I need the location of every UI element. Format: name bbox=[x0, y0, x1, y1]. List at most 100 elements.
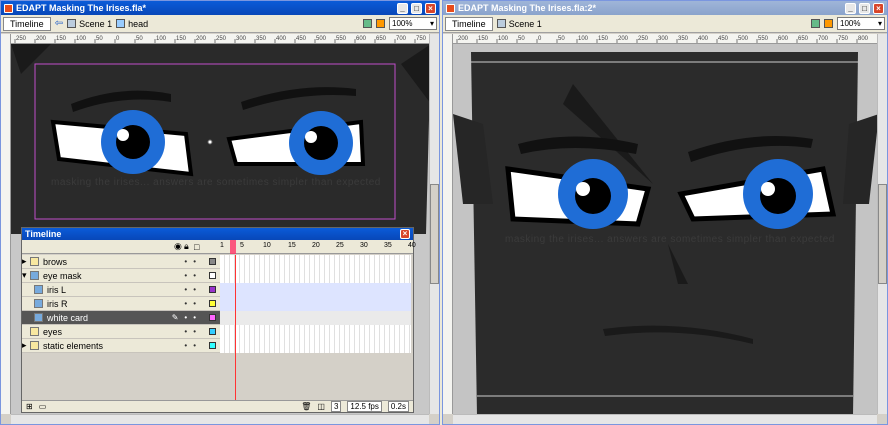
layer-row[interactable]: iris L •• bbox=[22, 283, 220, 297]
left-vertical-scrollbar[interactable] bbox=[429, 34, 439, 414]
face-artwork bbox=[453, 52, 879, 416]
layer-color-swatch[interactable] bbox=[209, 342, 216, 349]
layer-color-swatch[interactable] bbox=[209, 272, 216, 279]
frame-row[interactable] bbox=[220, 269, 411, 283]
timeline-title-bar[interactable]: Timeline × bbox=[22, 228, 413, 240]
scene-icon bbox=[496, 19, 506, 28]
ruler-label: 200 bbox=[458, 36, 469, 42]
horizontal-ruler: 200 150 100 50 0 50 100 150 200 250 300 350 400 450 50… bbox=[453, 34, 877, 44]
breadcrumb-scene[interactable]: Scene 1 bbox=[496, 19, 542, 29]
timeline-tab[interactable]: Timeline bbox=[3, 16, 51, 31]
flash-icon bbox=[4, 3, 13, 13]
fps-field[interactable]: 12.5 fps bbox=[347, 401, 382, 412]
right-vertical-scrollbar[interactable] bbox=[877, 34, 887, 414]
ruler-label: 100 bbox=[76, 36, 87, 42]
ruler-ticks: 250 200 150 100 50 0 50 100 150 200 250 300 350 400 45… bbox=[14, 36, 427, 43]
ruler-label: 550 bbox=[758, 36, 769, 42]
maximize-button[interactable]: □ bbox=[859, 2, 870, 14]
stage-watermark: masking the irises... answers are someti… bbox=[505, 234, 835, 245]
eye-icon[interactable]: ◉ bbox=[174, 241, 184, 252]
frame-row[interactable] bbox=[220, 325, 411, 339]
layer-row[interactable]: ▾ eye mask •• bbox=[22, 269, 220, 283]
zoom-select[interactable]: 100% ▾ bbox=[837, 17, 885, 30]
time-field: 0.2s bbox=[387, 401, 409, 412]
ruler-label: 500 bbox=[738, 36, 749, 42]
onion-skin-icon[interactable]: ◫ bbox=[317, 402, 325, 411]
timeline-close-button[interactable]: × bbox=[400, 229, 410, 239]
lock-icon[interactable]: 🔒︎ bbox=[184, 241, 194, 252]
ruler-label: 0 bbox=[538, 36, 542, 42]
minimize-button[interactable]: _ bbox=[397, 2, 408, 14]
layer-row[interactable]: eyes •• bbox=[22, 325, 220, 339]
layer-color-swatch[interactable] bbox=[209, 328, 216, 335]
layer-color-swatch[interactable] bbox=[209, 258, 216, 265]
layer-row-selected[interactable]: white card ✎•• bbox=[22, 311, 220, 325]
vertical-ruler bbox=[443, 34, 453, 414]
ruler-label: 650 bbox=[376, 36, 387, 42]
scroll-thumb[interactable] bbox=[878, 184, 887, 284]
outline-icon[interactable]: □ bbox=[194, 242, 204, 252]
frame-row[interactable] bbox=[220, 297, 411, 311]
left-edit-bar: Timeline ⇦ Scene 1 head 100% ▾ bbox=[1, 15, 439, 33]
ruler-label: 150 bbox=[56, 36, 67, 42]
right-title-bar[interactable]: EDAPT Masking The Irises.fla:2* _ □ × bbox=[443, 1, 887, 15]
scroll-thumb[interactable] bbox=[430, 184, 439, 284]
chevron-down-icon: ▾ bbox=[429, 19, 434, 28]
edit-scene-icon[interactable] bbox=[363, 19, 372, 28]
zoom-select[interactable]: 100% ▾ bbox=[389, 17, 437, 30]
frame-row[interactable] bbox=[220, 339, 411, 353]
right-window-title: EDAPT Masking The Irises.fla:2* bbox=[458, 3, 597, 13]
ruler-label: 100 bbox=[498, 36, 509, 42]
trash-icon[interactable]: 🗑︎ bbox=[301, 402, 311, 411]
edit-symbol-icon[interactable] bbox=[376, 19, 385, 28]
add-layer-icon[interactable]: ⊞ bbox=[26, 402, 33, 411]
ruler-label: 50 bbox=[96, 36, 103, 42]
left-horizontal-scrollbar[interactable] bbox=[11, 414, 429, 424]
frame-ruler[interactable]: 1 5 10 15 20 25 30 35 40 bbox=[218, 239, 416, 254]
layer-row[interactable]: ▸ static elements •• bbox=[22, 339, 220, 353]
edit-scene-icon[interactable] bbox=[811, 19, 820, 28]
ruler-label: 250 bbox=[638, 36, 649, 42]
add-folder-icon[interactable]: ▭ bbox=[39, 402, 47, 411]
masked-layer-icon bbox=[34, 285, 43, 294]
ruler-label: 550 bbox=[336, 36, 347, 42]
layer-row[interactable]: iris R •• bbox=[22, 297, 220, 311]
ruler-label: 650 bbox=[798, 36, 809, 42]
close-button[interactable]: × bbox=[873, 2, 884, 14]
ruler-label: 350 bbox=[256, 36, 267, 42]
edit-symbol-icon[interactable] bbox=[824, 19, 833, 28]
frame-row[interactable] bbox=[220, 255, 411, 269]
ruler-label: 200 bbox=[618, 36, 629, 42]
close-button[interactable]: × bbox=[425, 2, 436, 14]
folder-icon bbox=[30, 341, 39, 350]
ruler-label: 50 bbox=[136, 36, 143, 42]
left-title-bar[interactable]: EDAPT Masking The Irises.fla* _ □ × bbox=[1, 1, 439, 15]
minimize-button[interactable]: _ bbox=[845, 2, 856, 14]
layer-color-swatch[interactable] bbox=[209, 286, 216, 293]
ruler-label: 700 bbox=[396, 36, 407, 42]
layer-color-swatch[interactable] bbox=[209, 300, 216, 307]
stage-watermark: masking the irises... answers are someti… bbox=[51, 177, 381, 188]
ruler-label: 350 bbox=[678, 36, 689, 42]
playhead[interactable] bbox=[230, 239, 236, 254]
ruler-label: 250 bbox=[216, 36, 227, 42]
ruler-label: 300 bbox=[658, 36, 669, 42]
ruler-label: 50 bbox=[558, 36, 565, 42]
layer-row[interactable]: ▸ brows •• bbox=[22, 255, 220, 269]
ruler-label: 800 bbox=[858, 36, 869, 42]
frame-row[interactable] bbox=[220, 283, 411, 297]
ruler-label: 150 bbox=[478, 36, 489, 42]
timeline-header: ◉ 🔒︎ □ 1 5 10 15 20 25 30 35 40 bbox=[22, 239, 416, 254]
breadcrumb-symbol[interactable]: head bbox=[116, 19, 148, 29]
frame-row[interactable] bbox=[220, 311, 411, 325]
timeline-tab[interactable]: Timeline bbox=[445, 16, 493, 31]
back-arrow-icon[interactable]: ⇦ bbox=[55, 18, 63, 29]
ruler-label: 150 bbox=[598, 36, 609, 42]
right-horizontal-scrollbar[interactable] bbox=[453, 414, 877, 424]
maximize-button[interactable]: □ bbox=[411, 2, 422, 14]
layer-color-swatch[interactable] bbox=[209, 314, 216, 321]
masked-layer-icon bbox=[34, 313, 43, 322]
masked-layer-icon bbox=[34, 299, 43, 308]
left-document-window: EDAPT Masking The Irises.fla* _ □ × Time… bbox=[0, 0, 440, 425]
breadcrumb-scene[interactable]: Scene 1 bbox=[67, 19, 112, 29]
